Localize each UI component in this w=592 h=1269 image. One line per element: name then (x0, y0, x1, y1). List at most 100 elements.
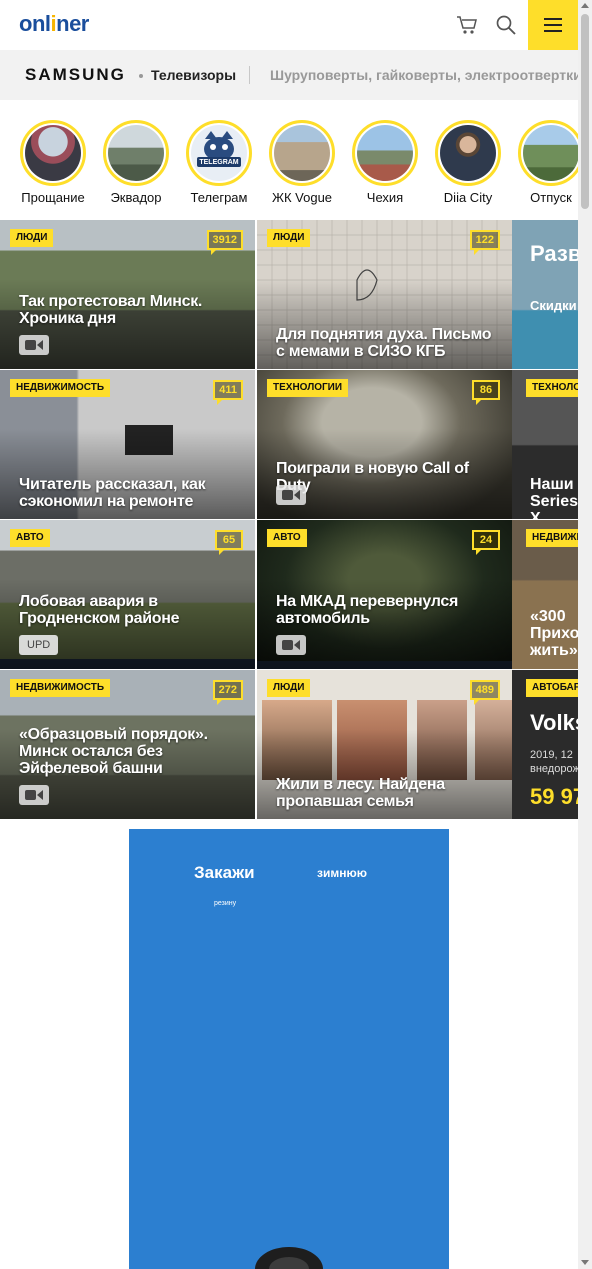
comments-count-badge[interactable]: 86 (472, 380, 500, 405)
comments-count-badge[interactable]: 411 (213, 380, 243, 405)
news-card[interactable]: Недвижимость 411 Читатель рассказал, как… (0, 370, 255, 519)
ad-headline: Закажи (194, 863, 255, 882)
site-header: onliner (0, 0, 578, 50)
video-camera-icon (19, 335, 49, 355)
onliner-logo[interactable]: onliner (19, 11, 89, 37)
card-title[interactable]: Volks (530, 710, 578, 736)
comments-count-badge[interactable]: 3912 (206, 230, 243, 255)
card-title[interactable]: Жили в лесу. Найдена пропавшая семья (276, 776, 500, 810)
news-card[interactable]: Люди 3912 Так протестовал Минск. Хроника… (0, 220, 255, 369)
card-title[interactable]: Лобовая авария в Гродненском районе (19, 593, 243, 627)
news-card-partial[interactable]: Технологи Наши Series X (512, 370, 578, 519)
story-thumbnail (25, 125, 81, 181)
card-category[interactable]: Недвижимость (10, 679, 111, 697)
comments-count-badge[interactable]: 65 (215, 530, 243, 555)
story-item[interactable]: Чехия (347, 120, 423, 205)
story-thumbnail (357, 125, 413, 181)
story-item[interactable]: Прощание (15, 120, 91, 205)
comments-count-badge[interactable]: 122 (469, 230, 500, 255)
search-icon[interactable] (494, 13, 518, 37)
update-badge: UPD (19, 635, 59, 655)
story-item[interactable]: ЖК Vogue (264, 120, 340, 205)
card-category[interactable]: Авто (10, 529, 50, 547)
menu-icon (544, 18, 562, 20)
card-category[interactable]: Недвижим (526, 529, 578, 547)
story-thumbnail (440, 125, 496, 181)
video-camera-icon (276, 485, 306, 505)
promo-category-link-next[interactable]: Шуруповерты, гайковерты, электроотвертки (270, 67, 578, 83)
news-card[interactable]: Недвижимость 272 «Образцовый порядок». М… (0, 670, 255, 819)
news-card[interactable]: Люди 489 Жили в лесу. Найдена пропавшая … (257, 670, 512, 819)
story-label: Эквадор (110, 190, 162, 205)
card-price: 59 97 (530, 784, 578, 809)
story-label: Diia City (443, 190, 493, 205)
news-card-partial[interactable]: Недвижим «300 Приход жить» (512, 520, 578, 669)
comments-count-badge[interactable]: 24 (472, 530, 500, 555)
news-card[interactable]: Авто 24 На МКАД перевернулся автомобиль (257, 520, 512, 669)
card-title[interactable]: Читатель рассказал, как сэкономил на рем… (19, 476, 243, 510)
story-item[interactable]: Отпуск (513, 120, 578, 205)
comments-count-badge[interactable]: 489 (469, 680, 500, 705)
card-title[interactable]: «Образцовый порядок». Минск остался без … (19, 726, 243, 777)
ad-banner[interactable]: Закажи зимнюю резину (129, 829, 449, 1269)
story-item[interactable]: Diia City (430, 120, 506, 205)
scroll-up-icon[interactable] (581, 3, 589, 8)
comments-count-badge[interactable]: 272 (212, 680, 243, 705)
menu-button[interactable] (528, 0, 578, 50)
news-card-partial[interactable]: Автобарахо Volks 2019, 12 внедорож 59 97 (512, 670, 578, 819)
story-thumbnail (523, 125, 578, 181)
scrollbar-thumb[interactable] (581, 14, 589, 209)
scroll-down-icon[interactable] (581, 1260, 589, 1265)
news-card-partial[interactable]: Разв игру Скидки (512, 220, 578, 369)
video-camera-icon (19, 785, 49, 805)
telegram-cat-icon (197, 131, 241, 167)
card-title[interactable]: Поиграли в новую Call of Duty (276, 460, 500, 494)
card-category[interactable]: Люди (267, 229, 311, 247)
story-item[interactable]: Эквадор (98, 120, 174, 205)
ad-headline-2: зимнюю (317, 866, 367, 880)
story-label: ЖК Vogue (271, 190, 333, 205)
card-category[interactable]: Технологи (526, 379, 578, 397)
stories-carousel: Прощание Эквадор TELEGRAM Телеграм ЖК Vo… (0, 100, 578, 220)
card-category[interactable]: Автобарахо (526, 679, 578, 697)
card-title[interactable]: Разв игру (530, 242, 578, 266)
logo-text-right: ner (56, 11, 89, 36)
card-category[interactable]: Люди (10, 229, 54, 247)
card-title[interactable]: «300 Приход жить» (530, 608, 578, 659)
story-item[interactable]: TELEGRAM Телеграм (181, 120, 257, 205)
card-title[interactable]: Для поднятия духа. Письмо с мемами в СИЗ… (276, 326, 500, 360)
card-category[interactable]: Авто (267, 529, 307, 547)
card-title[interactable]: На МКАД перевернулся автомобиль (276, 593, 500, 627)
video-camera-icon (276, 635, 306, 655)
card-meta: 2019, 12 внедорож (530, 749, 578, 775)
card-title[interactable]: Так протестовал Минск. Хроника дня (19, 293, 243, 327)
story-badge-text: TELEGRAM (199, 159, 239, 166)
card-category[interactable]: Технологии (267, 379, 349, 397)
news-grid: Люди 3912 Так протестовал Минск. Хроника… (0, 220, 578, 820)
story-thumbnail: TELEGRAM (191, 125, 247, 181)
news-card[interactable]: Люди 122 Для поднятия духа. Письмо с мем… (257, 220, 512, 369)
promo-separator-dot (139, 74, 143, 78)
story-label: Чехия (366, 190, 404, 205)
news-card[interactable]: Технологии 86 Поиграли в новую Call of D… (257, 370, 512, 519)
story-label: Телеграм (190, 190, 248, 205)
ad-section: Закажи зимнюю резину (0, 820, 578, 1269)
story-label: Отпуск (530, 190, 572, 205)
promo-category-link[interactable]: Телевизоры (151, 67, 236, 83)
story-thumbnail (108, 125, 164, 181)
card-title[interactable]: Наши Series X (530, 476, 578, 519)
card-category[interactable]: Люди (267, 679, 311, 697)
story-thumbnail (274, 125, 330, 181)
cart-icon[interactable] (455, 13, 479, 37)
card-subtitle: Скидки (530, 298, 577, 313)
story-label: Прощание (21, 190, 85, 205)
logo-text-left: onl (19, 11, 51, 36)
promo-bar: SAMSUNG Телевизоры Шуруповерты, гайковер… (0, 50, 578, 100)
ad-caption: резину (214, 900, 237, 907)
page-scrollbar[interactable] (578, 0, 592, 1269)
news-card[interactable]: Авто 65 Лобовая авария в Гродненском рай… (0, 520, 255, 669)
tire-icon (255, 1247, 323, 1269)
promo-divider (249, 66, 250, 84)
samsung-logo[interactable]: SAMSUNG (25, 65, 126, 85)
card-category[interactable]: Недвижимость (10, 379, 111, 397)
